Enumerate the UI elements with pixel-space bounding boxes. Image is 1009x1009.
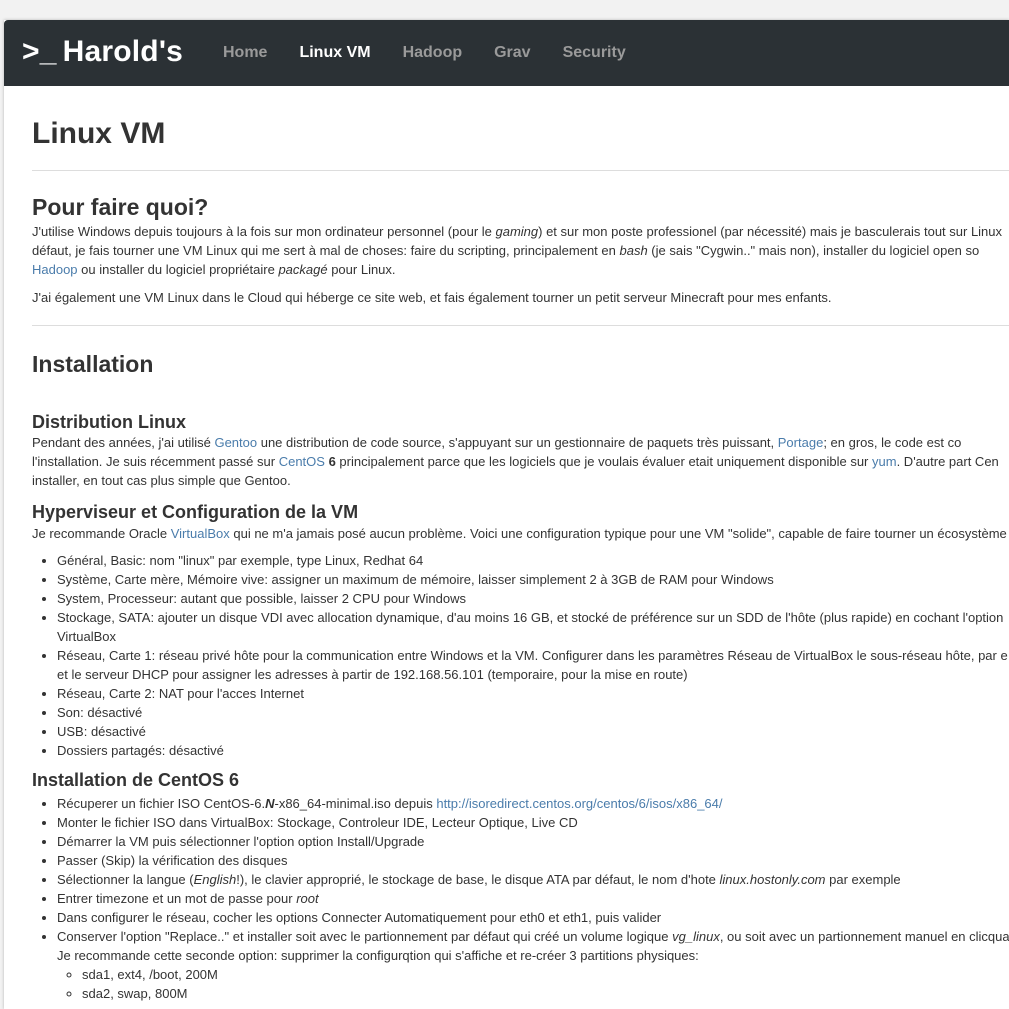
list-item: Réseau, Carte 2: NAT pour l'acces Intern… xyxy=(57,684,1009,703)
centos-link[interactable]: CentOS xyxy=(279,454,325,469)
portage-link[interactable]: Portage xyxy=(778,435,824,450)
subsection-title-hyperviseur: Hyperviseur et Configuration de la VM xyxy=(32,502,359,522)
list-item: Sélectionner la langue (English!), le cl… xyxy=(57,870,1009,889)
subsection-title-centos: Installation de CentOS 6 xyxy=(32,770,240,790)
paragraph: J'ai également une VM Linux dans le Clou… xyxy=(32,290,832,305)
divider xyxy=(32,325,1009,326)
list-item: Dossiers partagés: désactivé xyxy=(57,741,1009,760)
divider xyxy=(32,170,1009,171)
paragraph-line: défaut, je fais tourner une VM Linux qui… xyxy=(32,243,980,258)
hadoop-link[interactable]: Hadoop xyxy=(32,262,78,277)
nav-hadoop[interactable]: Hadoop xyxy=(403,44,463,62)
paragraph-line: Hadoop ou installer du logiciel propriét… xyxy=(32,262,396,277)
list-item: Entrer timezone et un mot de passe pour … xyxy=(57,889,1009,908)
site-name: Harold's xyxy=(62,35,184,68)
list-item: Général, Basic: nom "linux" par exemple,… xyxy=(57,551,1009,570)
list-item: Système, Carte mère, Mémoire vive: assig… xyxy=(57,570,1009,589)
main-nav: Home Linux VM Hadoop Grav Security xyxy=(223,20,658,86)
list-item: Démarrer la VM puis sélectionner l'optio… xyxy=(57,832,1009,851)
list-item: Son: désactivé xyxy=(57,703,1009,722)
paragraph-line: installer, en tout cas plus simple que G… xyxy=(32,473,291,488)
nav-security[interactable]: Security xyxy=(563,44,626,62)
list-item: Monter le fichier ISO dans VirtualBox: S… xyxy=(57,813,1009,832)
gentoo-link[interactable]: Gentoo xyxy=(214,435,257,450)
nav-grav[interactable]: Grav xyxy=(494,44,530,62)
vm-config-list: Général, Basic: nom "linux" par exemple,… xyxy=(32,551,1009,760)
site-brand[interactable]: >_ Harold's xyxy=(22,34,183,70)
list-item: Conserver l'option "Replace.." et instal… xyxy=(57,927,1009,1003)
article: Linux VM Pour faire quoi? J'utilise Wind… xyxy=(32,86,1009,1003)
list-item: Réseau, Carte 1: réseau privé hôte pour … xyxy=(57,646,1009,684)
list-item: Dans configurer le réseau, cocher les op… xyxy=(57,908,1009,927)
section-title-installation: Installation xyxy=(32,351,154,377)
nav-linux-vm[interactable]: Linux VM xyxy=(299,44,370,62)
navbar: >_ Harold's Home Linux VM Hadoop Grav Sec… xyxy=(4,20,1009,86)
list-item: Passer (Skip) la vérification des disque… xyxy=(57,851,1009,870)
list-item: USB: désactivé xyxy=(57,722,1009,741)
page-title: Linux VM xyxy=(32,117,166,150)
section-title-pour-faire-quoi: Pour faire quoi? xyxy=(32,194,209,220)
list-item: sda2, swap, 800M xyxy=(82,984,1009,1003)
list-item: System, Processeur: autant que possible,… xyxy=(57,589,1009,608)
centos-install-list: Récuperer un fichier ISO CentOS-6.N-x86_… xyxy=(32,794,1009,1003)
partition-list: sda1, ext4, /boot, 200M sda2, swap, 800M xyxy=(57,965,1009,1003)
subsection-title-distribution: Distribution Linux xyxy=(32,412,186,432)
list-item: Stockage, SATA: ajouter un disque VDI av… xyxy=(57,608,1009,646)
list-item: sda1, ext4, /boot, 200M xyxy=(82,965,1009,984)
paragraph: J'utilise Windows depuis toujours à la f… xyxy=(32,224,1003,239)
list-item: Récuperer un fichier ISO CentOS-6.N-x86_… xyxy=(57,794,1009,813)
paragraph-line: l'installation. Je suis récemment passé … xyxy=(32,454,999,469)
yum-link[interactable]: yum xyxy=(872,454,897,469)
terminal-prompt-icon: >_ xyxy=(22,35,57,68)
virtualbox-link[interactable]: VirtualBox xyxy=(171,526,230,541)
centos-iso-link[interactable]: http://isoredirect.centos.org/centos/6/i… xyxy=(436,796,722,811)
paragraph-line: Pendant des années, j'ai utilisé Gentoo … xyxy=(32,435,962,450)
browser-page: >_ Harold's Home Linux VM Hadoop Grav Sec… xyxy=(4,20,1009,1009)
paragraph: Je recommande Oracle VirtualBox qui ne m… xyxy=(32,526,1007,541)
nav-home[interactable]: Home xyxy=(223,44,267,62)
